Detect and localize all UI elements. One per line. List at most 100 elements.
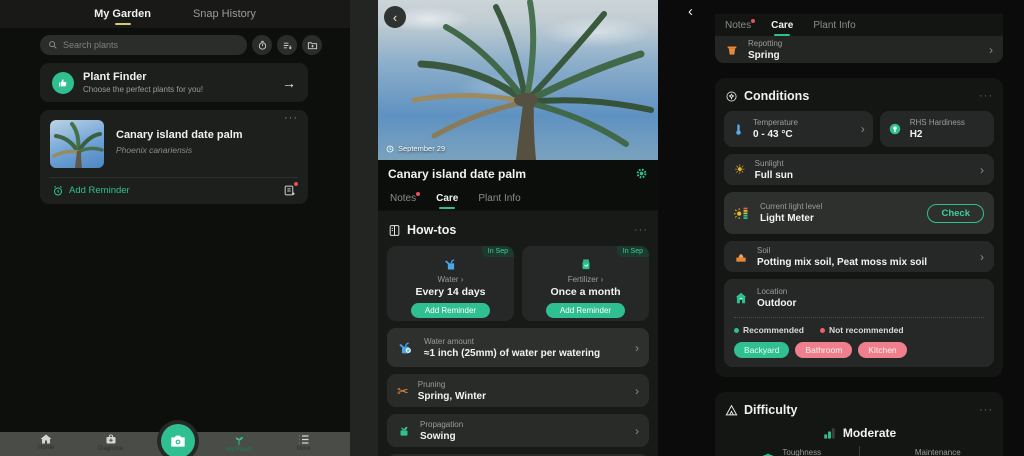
- sort-button[interactable]: [277, 35, 297, 55]
- tab-notes[interactable]: Notes: [389, 188, 417, 209]
- plant-card-title: Canary island date palm: [116, 129, 243, 141]
- tab-plant-info[interactable]: Plant Info: [812, 15, 856, 36]
- soil-icon: [734, 250, 748, 264]
- back-button[interactable]: ‹: [384, 6, 406, 28]
- notification-dot: [294, 182, 298, 186]
- tab-care[interactable]: Care: [770, 15, 794, 36]
- propagation-row[interactable]: Propagation Sowing ›: [387, 414, 649, 447]
- conditions-tabs: Notes Care Plant Info: [715, 14, 1003, 36]
- chevron-right-icon: ›: [989, 43, 993, 57]
- plant-icon: [233, 434, 245, 446]
- tag-kitchen[interactable]: Kitchen: [858, 342, 906, 358]
- tab-care[interactable]: Care: [435, 188, 459, 209]
- light-meter-row[interactable]: Current light level Light Meter Check: [724, 192, 994, 234]
- fertilizer-card: In Sep Fertilizer › Once a month Add Rem…: [522, 246, 649, 321]
- notes-dot: [751, 19, 755, 23]
- add-folder-button[interactable]: [302, 35, 322, 55]
- water-value: Every 14 days: [415, 286, 485, 298]
- maintenance-icon: [893, 453, 908, 456]
- tab-notes[interactable]: Notes: [724, 15, 752, 36]
- thumbsup-badge-icon: [52, 72, 74, 94]
- chevron-right-icon: ›: [980, 250, 984, 264]
- fertilizer-add-reminder-button[interactable]: Add Reminder: [546, 303, 625, 318]
- back-button[interactable]: ‹: [688, 3, 693, 20]
- level-bars-icon: [822, 426, 837, 440]
- app-screen: My Garden Snap History Plant Find: [0, 0, 1024, 456]
- detail-title: Canary island date palm: [388, 167, 526, 181]
- nav-home[interactable]: Home: [18, 434, 74, 451]
- water-label[interactable]: Water ›: [438, 275, 464, 284]
- difficulty-more-icon[interactable]: ···: [979, 404, 993, 416]
- tab-plant-info[interactable]: Plant Info: [477, 188, 521, 209]
- plant-card-species: Phoenix canariensis: [116, 145, 243, 155]
- plant-finder-subtitle: Choose the perfect plants for you!: [83, 85, 203, 94]
- detail-tabs: Notes Care Plant Info: [378, 187, 658, 211]
- add-note-button[interactable]: [283, 184, 296, 197]
- howtos-more-icon[interactable]: ···: [634, 224, 648, 236]
- chevron-right-icon: ›: [635, 341, 639, 355]
- propagation-icon: [397, 424, 411, 438]
- folder-add-icon: [307, 40, 318, 51]
- light-meter-icon: [734, 205, 751, 221]
- notes-dot: [416, 192, 420, 196]
- water-card: In Sep Water › Every 14 days Add Reminde…: [387, 246, 514, 321]
- hardiness-icon: [888, 122, 902, 136]
- bottom-nav: Home Diagnose My Plants More: [0, 432, 350, 456]
- gear-icon[interactable]: [635, 167, 648, 180]
- tab-my-garden[interactable]: My Garden: [92, 2, 153, 26]
- dotted-divider: [734, 317, 984, 318]
- toughness-stat: Toughness High: [724, 448, 859, 456]
- sunlight-row[interactable]: ☀ Sunlight Full sun ›: [724, 154, 994, 185]
- plant-photo: ‹ September 29: [378, 0, 658, 160]
- plant-finder-card[interactable]: Plant Finder Choose the perfect plants f…: [40, 63, 308, 102]
- fertilizer-value: Once a month: [550, 286, 620, 298]
- thermometer-icon: [732, 122, 745, 137]
- home-icon: [40, 434, 52, 444]
- soil-row[interactable]: Soil Potting mix soil, Peat moss mix soi…: [724, 241, 994, 272]
- difficulty-level: Moderate: [724, 426, 994, 440]
- howtos-icon: [388, 224, 401, 237]
- chevron-right-icon: ›: [635, 424, 639, 438]
- water-amount-row[interactable]: Water amount ≈1 inch (25mm) of water per…: [387, 328, 649, 367]
- sort-list-icon: [282, 40, 293, 51]
- search-input[interactable]: [63, 40, 239, 50]
- reminders-button[interactable]: [252, 35, 272, 55]
- toughness-icon: [761, 452, 775, 456]
- add-reminder-link[interactable]: Add Reminder: [52, 185, 130, 197]
- detail-panel: ‹ September 29 Canary island date palm N…: [350, 0, 658, 456]
- fertilizer-badge: In Sep: [617, 246, 649, 257]
- legend-recommended: Recommended: [734, 325, 804, 335]
- conditions-more-icon[interactable]: ···: [979, 90, 993, 102]
- tag-backyard[interactable]: Backyard: [734, 342, 789, 358]
- alarm-icon: [52, 185, 64, 197]
- diagnose-icon: [105, 434, 117, 445]
- pruning-row[interactable]: ✂ Pruning Spring, Winter ›: [387, 374, 649, 407]
- plant-finder-title: Plant Finder: [83, 71, 203, 83]
- check-light-button[interactable]: Check: [927, 204, 984, 223]
- clock-icon: [386, 145, 394, 153]
- photo-date-badge: September 29: [386, 144, 445, 153]
- arrow-right-icon[interactable]: →: [282, 75, 296, 91]
- nav-my-plants[interactable]: My Plants: [211, 434, 267, 453]
- fertilizer-label[interactable]: Fertilizer ›: [568, 275, 604, 284]
- snap-camera-button[interactable]: [161, 424, 195, 456]
- nav-diagnose[interactable]: Diagnose: [83, 434, 139, 452]
- tab-snap-history[interactable]: Snap History: [191, 2, 258, 26]
- hardiness-card[interactable]: RHS Hardiness H2: [880, 111, 994, 147]
- conditions-icon: [725, 90, 738, 103]
- nav-more[interactable]: More: [276, 434, 332, 452]
- plant-card-more-icon[interactable]: ···: [284, 112, 298, 124]
- scissors-icon: ✂: [397, 384, 409, 398]
- repotting-row[interactable]: Repotting Spring ›: [715, 36, 1003, 63]
- water-add-reminder-button[interactable]: Add Reminder: [411, 303, 490, 318]
- plant-card[interactable]: ··· Canary island da: [40, 110, 308, 204]
- search-input-wrap[interactable]: [40, 35, 247, 55]
- plant-thumbnail: [50, 120, 104, 168]
- chevron-right-icon: ›: [635, 384, 639, 398]
- temperature-card[interactable]: Temperature 0 - 43 °C ›: [724, 111, 873, 147]
- tag-bathroom[interactable]: Bathroom: [795, 342, 852, 358]
- water-badge: In Sep: [482, 246, 514, 257]
- location-row[interactable]: Location Outdoor: [734, 287, 984, 309]
- garden-panel: My Garden Snap History Plant Find: [0, 0, 350, 456]
- note-add-icon: [283, 184, 296, 197]
